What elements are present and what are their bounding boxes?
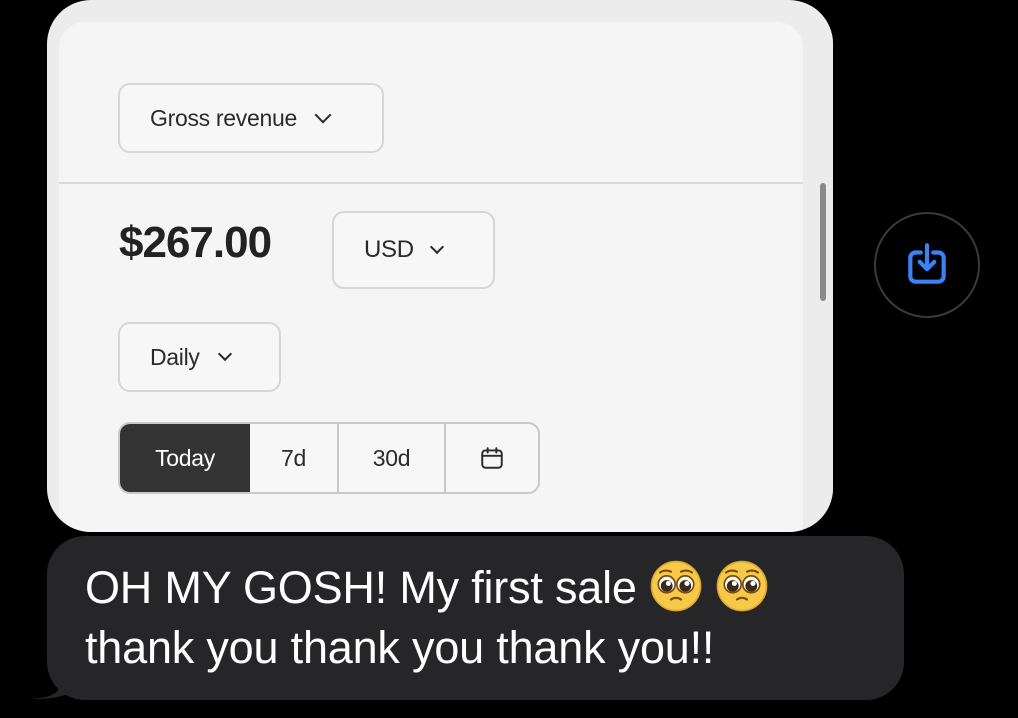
message-line-2: thank you thank you thank you!! — [85, 622, 715, 673]
pleading-face-emoji-icon — [717, 560, 768, 612]
metric-select-value: Gross revenue — [150, 104, 297, 131]
calendar-button[interactable] — [446, 424, 538, 492]
currency-select-value: USD — [364, 236, 414, 263]
chevron-down-icon — [217, 346, 232, 362]
calendar-icon — [481, 447, 503, 469]
metric-select[interactable]: Gross revenue — [118, 83, 384, 153]
currency-select[interactable]: USD — [332, 211, 495, 289]
message-line-1: OH MY GOSH! My first sale — [85, 562, 637, 613]
date-range-group: Today 7d 30d — [118, 422, 540, 494]
image-attachment[interactable]: Gross revenue $267.00 USD Daily Today 7d… — [47, 0, 833, 532]
scrollbar-thumb[interactable] — [820, 183, 826, 301]
pleading-face-emoji-icon — [650, 560, 702, 612]
save-download-icon — [908, 243, 946, 284]
divider — [59, 182, 803, 184]
chevron-down-icon — [314, 106, 332, 124]
range-7d-button[interactable]: 7d — [250, 424, 339, 492]
interval-select-value: Daily — [150, 343, 200, 370]
interval-select[interactable]: Daily — [118, 322, 281, 392]
message-text: OH MY GOSH! My first sale thank you than… — [85, 558, 885, 678]
range-today-button[interactable]: Today — [120, 424, 250, 492]
range-30d-button[interactable]: 30d — [339, 424, 446, 492]
messages-screen: Gross revenue $267.00 USD Daily Today 7d… — [0, 0, 1018, 718]
chevron-down-icon — [429, 239, 444, 255]
save-image-button[interactable] — [874, 212, 980, 318]
revenue-amount: $267.00 — [119, 218, 272, 267]
